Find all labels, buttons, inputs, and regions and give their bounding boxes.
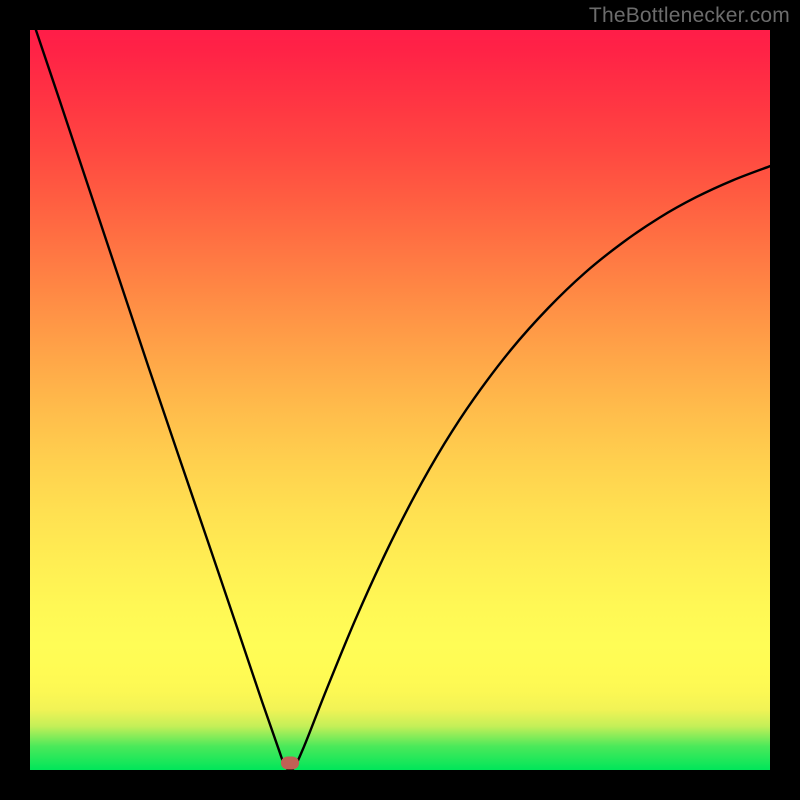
curve-svg <box>30 30 770 770</box>
low-point-marker <box>281 757 299 770</box>
attribution-text: TheBottlenecker.com <box>589 4 790 28</box>
chart-frame: TheBottlenecker.com <box>0 0 800 800</box>
plot-area <box>30 30 770 770</box>
bottleneck-curve <box>36 30 770 770</box>
